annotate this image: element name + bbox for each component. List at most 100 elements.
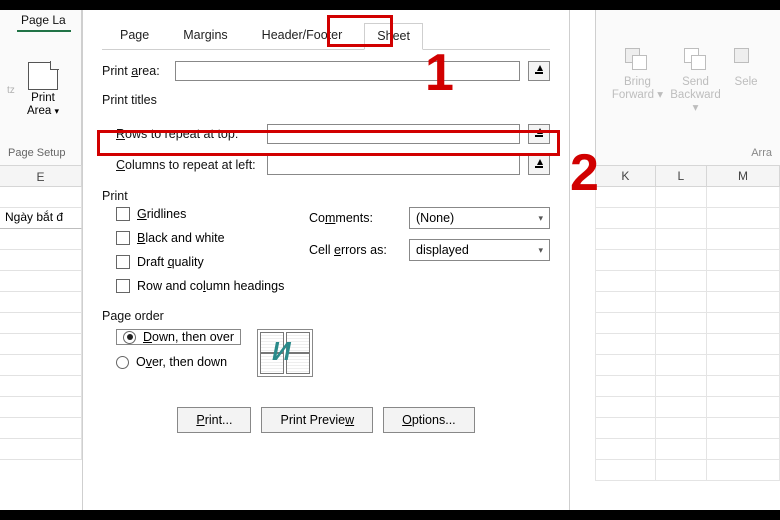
collapse-dialog-icon[interactable] bbox=[528, 61, 550, 81]
grid-cell[interactable] bbox=[655, 460, 706, 481]
gridlines-checkbox[interactable]: Gridlines bbox=[116, 207, 291, 221]
grid-cell[interactable] bbox=[655, 397, 706, 418]
collapse-dialog-icon[interactable] bbox=[528, 155, 550, 175]
draft-quality-checkbox[interactable]: Draft quality bbox=[116, 255, 291, 269]
column-header-k[interactable]: K bbox=[596, 166, 656, 187]
down-then-over-radio[interactable]: Down, then over bbox=[116, 329, 241, 345]
page-order-preview: И bbox=[257, 329, 313, 377]
grid-cell[interactable] bbox=[655, 187, 706, 208]
column-header-l[interactable]: L bbox=[655, 166, 706, 187]
grid-cell[interactable] bbox=[655, 250, 706, 271]
grid-cell[interactable] bbox=[706, 397, 779, 418]
page-setup-dialog: Page Margins Header/Footer Sheet Print a… bbox=[82, 10, 570, 510]
over-then-down-radio[interactable]: Over, then down bbox=[116, 355, 241, 369]
grid-cell[interactable] bbox=[706, 313, 779, 334]
grid-cell[interactable] bbox=[0, 355, 82, 376]
grid-cell[interactable]: Ngày bắt đ bbox=[0, 208, 82, 229]
grid-cell[interactable] bbox=[706, 187, 779, 208]
comments-select[interactable]: (None)▾ bbox=[409, 207, 550, 229]
grid-cell[interactable] bbox=[0, 334, 82, 355]
grid-cell[interactable] bbox=[0, 439, 82, 460]
grid-cell[interactable] bbox=[0, 187, 82, 208]
page-order-label: Page order bbox=[102, 309, 550, 323]
grid-cell[interactable] bbox=[596, 376, 656, 397]
send-backward-button[interactable]: Send Backward ▾ bbox=[668, 48, 723, 115]
print-area-button[interactable]: Print Area ▾ bbox=[20, 62, 66, 118]
grid-cell[interactable] bbox=[706, 460, 779, 481]
grid-cell[interactable] bbox=[596, 292, 656, 313]
grid-cell[interactable] bbox=[706, 376, 779, 397]
grid-cell[interactable] bbox=[0, 397, 82, 418]
grid-cell[interactable] bbox=[596, 208, 656, 229]
grid-cell[interactable] bbox=[655, 271, 706, 292]
grid-cell[interactable] bbox=[655, 355, 706, 376]
grid-cell[interactable] bbox=[655, 292, 706, 313]
group-page-setup: Page Setup bbox=[8, 147, 66, 159]
order-arrow-icon: И bbox=[272, 336, 291, 367]
grid-cell[interactable] bbox=[596, 229, 656, 250]
rows-repeat-input[interactable] bbox=[267, 124, 520, 144]
print-titles-label: Print titles bbox=[102, 93, 550, 107]
grid-cell[interactable] bbox=[706, 250, 779, 271]
grid-cell[interactable] bbox=[596, 271, 656, 292]
grid-cell[interactable] bbox=[655, 439, 706, 460]
tab-header-footer[interactable]: Header/Footer bbox=[250, 23, 355, 50]
grid-cell[interactable] bbox=[706, 271, 779, 292]
grid-cell[interactable] bbox=[596, 334, 656, 355]
tab-page[interactable]: Page bbox=[108, 23, 161, 50]
grid-cell[interactable] bbox=[0, 418, 82, 439]
tab-page-layout[interactable]: Page La bbox=[17, 10, 71, 32]
options-button[interactable]: Options... bbox=[383, 407, 475, 433]
grid-cell[interactable] bbox=[596, 460, 656, 481]
grid-cell[interactable] bbox=[655, 313, 706, 334]
grid-cell[interactable] bbox=[706, 418, 779, 439]
cols-repeat-input[interactable] bbox=[267, 155, 520, 175]
collapse-dialog-icon[interactable] bbox=[528, 124, 550, 144]
tab-sheet[interactable]: Sheet bbox=[364, 23, 423, 50]
grid-cell[interactable] bbox=[0, 271, 82, 292]
bring-forward-button[interactable]: Bring Forward ▾ bbox=[610, 48, 665, 102]
cell-errors-select[interactable]: displayed▾ bbox=[409, 239, 550, 261]
grid-cell[interactable] bbox=[706, 334, 779, 355]
grid-cell[interactable] bbox=[596, 418, 656, 439]
row-col-headings-checkbox[interactable]: Row and column headings bbox=[116, 279, 291, 293]
print-button[interactable]: Print... bbox=[177, 407, 251, 433]
rows-repeat-label: Rows to repeat at top: bbox=[116, 127, 259, 141]
ribbon-left-panel: Page La tz Print Area ▾ Page Setup bbox=[0, 10, 82, 165]
column-header-e[interactable]: E bbox=[0, 165, 82, 187]
print-area-input[interactable] bbox=[175, 61, 520, 81]
grid-cell[interactable] bbox=[596, 250, 656, 271]
print-preview-button[interactable]: Print Preview bbox=[261, 407, 373, 433]
black-white-checkbox[interactable]: Black and white bbox=[116, 231, 291, 245]
grid-cell[interactable] bbox=[0, 250, 82, 271]
grid-cell[interactable] bbox=[655, 208, 706, 229]
bring-forward-icon bbox=[625, 48, 649, 70]
column-header-m[interactable]: M bbox=[706, 166, 779, 187]
grid-cell[interactable] bbox=[596, 397, 656, 418]
selection-pane-button[interactable]: Sele bbox=[726, 48, 766, 89]
grid-cell[interactable] bbox=[706, 292, 779, 313]
grid-cell[interactable] bbox=[596, 355, 656, 376]
cols-repeat-label: Columns to repeat at left: bbox=[116, 158, 259, 172]
grid-cell[interactable] bbox=[655, 334, 706, 355]
grid-cell[interactable] bbox=[655, 229, 706, 250]
grid-cell[interactable] bbox=[0, 229, 82, 250]
grid-cell[interactable] bbox=[655, 376, 706, 397]
selection-icon bbox=[734, 48, 758, 70]
print-area-label: Print area: bbox=[102, 64, 167, 78]
group-arrange: Arra bbox=[751, 147, 772, 159]
grid-cell[interactable] bbox=[0, 376, 82, 397]
grid-cell[interactable] bbox=[0, 313, 82, 334]
grid-cell[interactable] bbox=[706, 208, 779, 229]
grid-cell[interactable] bbox=[596, 439, 656, 460]
chevron-down-icon: ▾ bbox=[538, 245, 543, 256]
grid-cell[interactable] bbox=[596, 187, 656, 208]
tab-margins[interactable]: Margins bbox=[171, 23, 239, 50]
grid-cell[interactable] bbox=[706, 355, 779, 376]
grid-cell[interactable] bbox=[706, 229, 779, 250]
grid-cell[interactable] bbox=[655, 418, 706, 439]
grid-cell[interactable] bbox=[0, 292, 82, 313]
grid-cell[interactable] bbox=[706, 439, 779, 460]
grid-cell[interactable] bbox=[596, 313, 656, 334]
worksheet-left: E Ngày bắt đ bbox=[0, 165, 82, 510]
